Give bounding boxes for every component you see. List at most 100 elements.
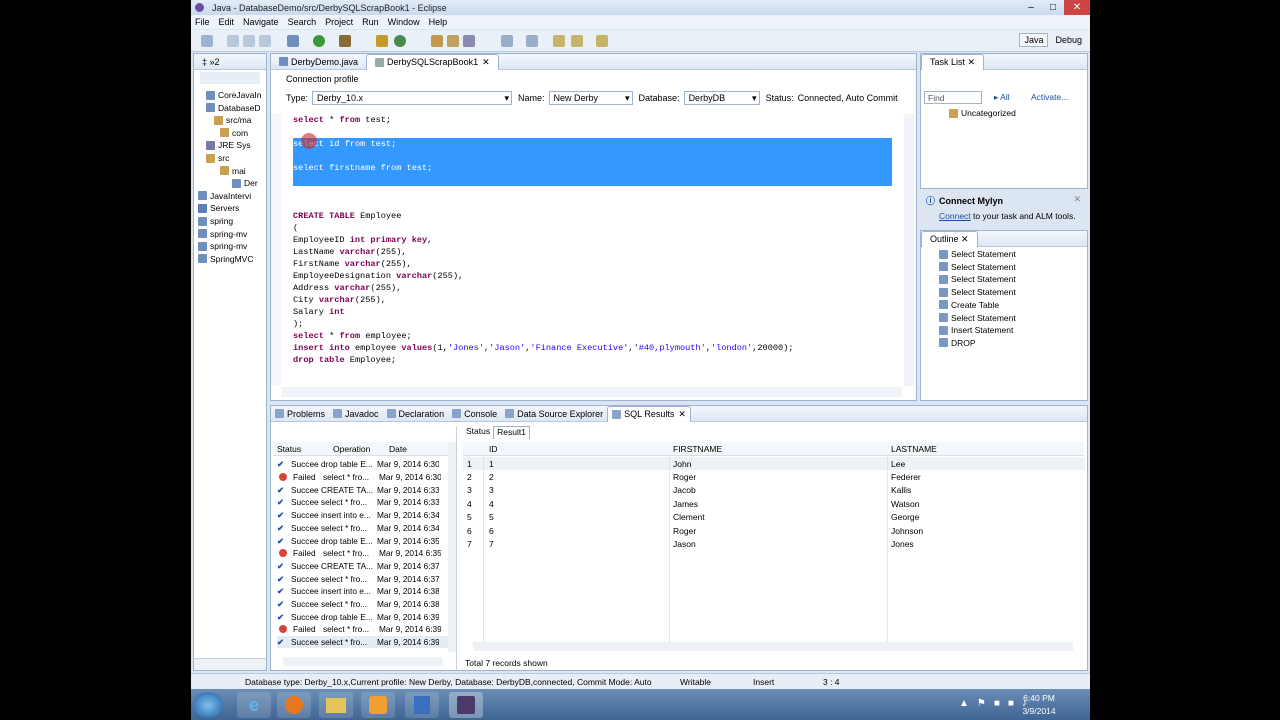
result-column-header[interactable]: LASTNAME <box>891 444 937 454</box>
history-column-header[interactable]: Operation <box>333 444 370 454</box>
close-tab-icon[interactable]: ✕ <box>482 57 490 68</box>
task-list-tab[interactable]: Task List ✕ <box>921 53 985 70</box>
task-all-link[interactable]: ▸ All <box>994 92 1010 103</box>
bottom-tab-javadoc[interactable]: Javadoc <box>329 406 383 422</box>
menu-search[interactable]: Search <box>288 17 317 27</box>
explorer-item[interactable]: JavaIntervi <box>198 191 251 201</box>
bottom-tab-data-source-explorer[interactable]: Data Source Explorer <box>501 406 607 422</box>
eclipse-taskbar-icon[interactable] <box>449 692 483 718</box>
prev-annotation-icon[interactable] <box>526 35 538 47</box>
explorer-item[interactable]: DatabaseD <box>206 103 261 113</box>
result-row[interactable]: 1 1 John Lee <box>463 457 1085 470</box>
history-row[interactable]: ✔ Succee insert into e... Mar 9, 2014 6:38: <box>277 585 439 598</box>
result-row[interactable]: 4 4 James Watson <box>463 497 1085 510</box>
outline-item[interactable]: Select Statement <box>939 249 1016 259</box>
explorer-hscrollbar[interactable] <box>194 658 266 670</box>
media-player-icon[interactable] <box>361 692 395 718</box>
menu-file[interactable]: File <box>195 17 210 27</box>
name-select[interactable]: New Derby ▾ <box>548 91 633 105</box>
editor-hscrollbar[interactable] <box>281 387 902 397</box>
outline-item[interactable]: DROP <box>939 338 976 348</box>
back-icon[interactable] <box>571 35 583 47</box>
mylyn-close-icon[interactable]: ✕ <box>1073 194 1081 205</box>
print-icon[interactable] <box>259 35 271 47</box>
explorer-item[interactable]: SpringMVC <box>198 254 253 264</box>
new-package-icon[interactable] <box>394 35 406 47</box>
explorer-item[interactable]: CoreJavaIn <box>206 90 261 100</box>
menu-window[interactable]: Window <box>388 17 420 27</box>
outline-item[interactable]: Select Statement <box>939 287 1016 297</box>
history-column-header[interactable]: Status <box>277 444 301 454</box>
outline-item[interactable]: Create Table <box>939 300 999 310</box>
database-select[interactable]: DerbyDB ▾ <box>683 91 760 105</box>
editor-tab[interactable]: DerbySQLScrapBook1 ✕ <box>366 53 499 70</box>
last-edit-icon[interactable] <box>553 35 565 47</box>
result-hscrollbar[interactable] <box>473 642 1073 651</box>
task-category-uncategorized[interactable]: Uncategorized <box>949 108 1016 118</box>
outline-tab[interactable]: Outline ✕ <box>921 230 978 247</box>
result-row[interactable]: 5 5 Clement George <box>463 511 1085 524</box>
minimize-button[interactable]: – <box>1020 0 1042 15</box>
tray-arrow-icon[interactable]: ▲ <box>959 698 969 709</box>
bottom-tab-declaration[interactable]: Declaration <box>383 406 449 422</box>
history-vscrollbar[interactable] <box>448 442 456 652</box>
open-type-icon[interactable] <box>431 35 443 47</box>
menu-edit[interactable]: Edit <box>219 17 235 27</box>
history-row[interactable]: ✔ Succee select * fro... Mar 9, 2014 6:37: <box>277 572 439 585</box>
outline-item[interactable]: Insert Statement <box>939 325 1013 335</box>
perspective-java[interactable]: Java <box>1019 33 1049 47</box>
save-all-icon[interactable] <box>243 35 255 47</box>
history-row[interactable]: ✔ Succee drop table E... Mar 9, 2014 6:30: <box>277 458 439 471</box>
explorer-icon[interactable] <box>319 692 353 718</box>
editor-vscrollbar[interactable] <box>904 114 914 386</box>
editor-tab[interactable]: DerbyDemo.java <box>271 54 366 70</box>
forward-icon[interactable] <box>596 35 608 47</box>
explorer-item[interactable]: src/ma <box>214 115 252 125</box>
menu-project[interactable]: Project <box>325 17 353 27</box>
outline-item[interactable]: Select Statement <box>939 313 1016 323</box>
explorer-item[interactable]: src <box>206 153 229 163</box>
firefox-icon[interactable] <box>277 692 311 718</box>
explorer-item[interactable]: com <box>220 128 248 138</box>
new-java-project-icon[interactable] <box>376 35 388 47</box>
debug-icon[interactable] <box>287 35 299 47</box>
history-row[interactable]: Failed select * fro... Mar 9, 2014 6:39: <box>277 623 441 636</box>
start-button[interactable] <box>193 692 223 718</box>
history-row[interactable]: ✔ Succee drop table E... Mar 9, 2014 6:39: <box>277 610 439 623</box>
result-tab[interactable]: Result1 <box>493 426 530 439</box>
close-tab-icon[interactable]: ✕ <box>678 409 686 420</box>
explorer-item[interactable]: spring-mv <box>198 241 247 251</box>
ie-icon[interactable]: e <box>237 692 271 718</box>
explorer-item[interactable]: spring-mv <box>198 229 247 239</box>
history-row[interactable]: ✔ Succee select * fro... Mar 9, 2014 6:33: <box>277 496 439 509</box>
external-tools-icon[interactable] <box>339 35 351 47</box>
task-find-input[interactable]: Find <box>924 91 982 104</box>
tray-flag-icon[interactable]: ⚑ <box>977 698 986 709</box>
history-row[interactable]: ✔ Succee CREATE TA... Mar 9, 2014 6:33: <box>277 483 439 496</box>
history-row[interactable]: ✔ Succee drop table E... Mar 9, 2014 6:35: <box>277 534 439 547</box>
run-icon[interactable] <box>313 35 325 47</box>
explorer-item[interactable]: Der <box>232 178 258 188</box>
explorer-item[interactable]: JRE Sys <box>206 140 251 150</box>
result-tab[interactable]: Status <box>463 426 493 439</box>
save-app-icon[interactable] <box>405 692 439 718</box>
sql-editor[interactable]: select * from test; select id from test; s… <box>271 114 916 386</box>
explorer-item[interactable]: Servers <box>198 203 239 213</box>
history-row[interactable]: ✔ Succee CREATE TA... Mar 9, 2014 6:37: <box>277 560 439 573</box>
history-hscrollbar[interactable] <box>283 657 443 666</box>
history-row[interactable]: ✔ Succee select * fro... Mar 9, 2014 6:38: <box>277 598 439 611</box>
bottom-tab-problems[interactable]: Problems <box>271 406 329 422</box>
task-activate-link[interactable]: Activate... <box>1031 92 1068 102</box>
explorer-item[interactable]: spring <box>198 216 233 226</box>
new-icon[interactable] <box>201 35 213 47</box>
outline-item[interactable]: Select Statement <box>939 274 1016 284</box>
save-icon[interactable] <box>227 35 239 47</box>
bottom-tab-sql-results[interactable]: SQL Results ✕ <box>607 405 691 422</box>
tray-monitor-icon[interactable]: ■ <box>994 698 1000 709</box>
close-button[interactable]: ✕ <box>1064 0 1090 15</box>
result-column-header[interactable]: FIRSTNAME <box>673 444 722 454</box>
history-row[interactable]: ✔ Succee select * fro... Mar 9, 2014 6:39: <box>277 635 453 649</box>
outline-item[interactable]: Select Statement <box>939 262 1016 272</box>
package-explorer-tab[interactable]: ‡ »2 <box>194 54 228 70</box>
menu-help[interactable]: Help <box>429 17 448 27</box>
